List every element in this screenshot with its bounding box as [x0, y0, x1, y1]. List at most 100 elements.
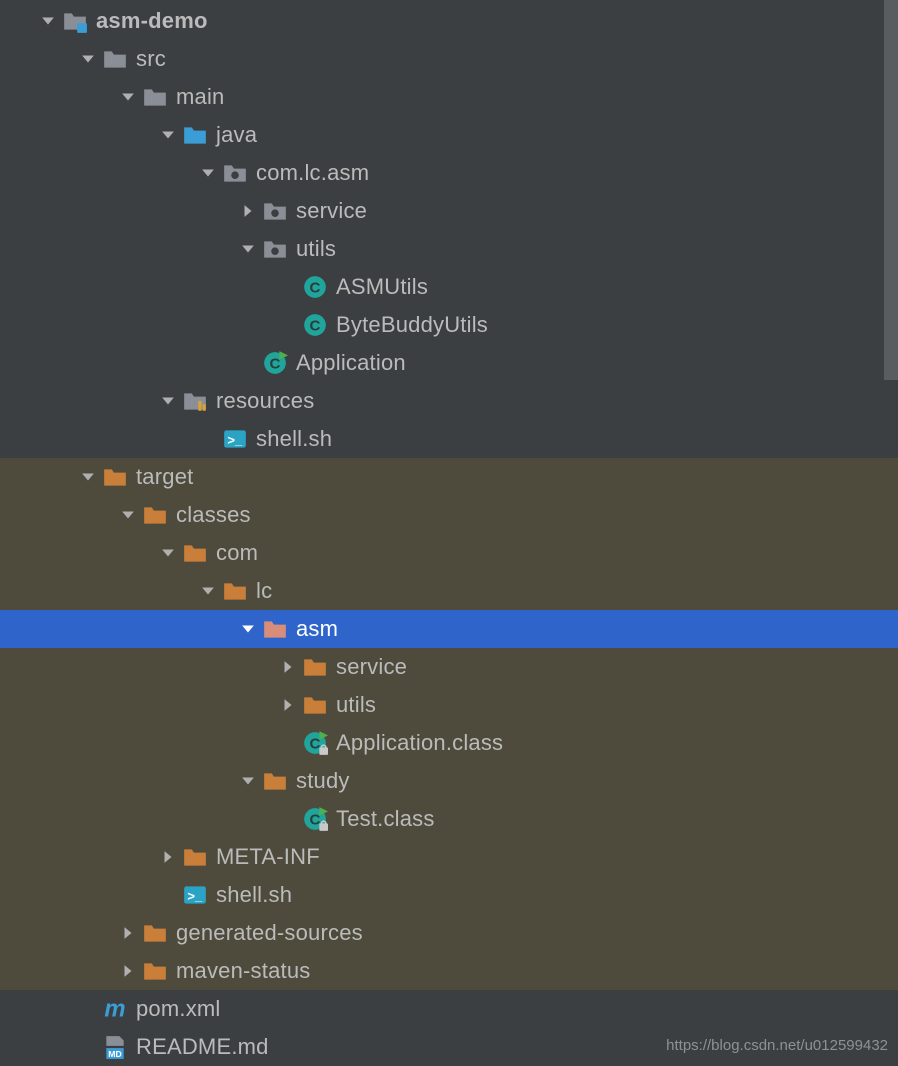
tree-row[interactable]: com.lc.asm — [0, 154, 898, 192]
tree-row[interactable]: utils — [0, 686, 898, 724]
tree-row[interactable]: maven-status — [0, 952, 898, 990]
folder-orange-icon — [262, 768, 288, 794]
package-icon — [262, 236, 288, 262]
folder-resources-icon — [182, 388, 208, 414]
tree-row[interactable]: >_ shell.sh — [0, 876, 898, 914]
tree-item-label: resources — [216, 388, 314, 414]
chevron-down-icon[interactable] — [198, 581, 218, 601]
tree-item-label: target — [136, 464, 193, 490]
tree-row[interactable]: C Application — [0, 344, 898, 382]
folder-orange-icon — [182, 844, 208, 870]
folder-orange-sel-icon — [262, 616, 288, 642]
tree-row[interactable]: classes — [0, 496, 898, 534]
tree-item-label: ASMUtils — [336, 274, 428, 300]
tree-row[interactable]: service — [0, 192, 898, 230]
folder-gray-icon — [142, 84, 168, 110]
tree-row[interactable]: asm — [0, 610, 898, 648]
tree-item-label: shell.sh — [216, 882, 292, 908]
class-run-lock-icon: C — [302, 730, 328, 756]
tree-row[interactable]: mpom.xml — [0, 990, 898, 1028]
tree-item-label: com — [216, 540, 258, 566]
folder-orange-icon — [182, 540, 208, 566]
chevron-down-icon[interactable] — [158, 543, 178, 563]
folder-orange-icon — [222, 578, 248, 604]
tree-row[interactable]: service — [0, 648, 898, 686]
tree-item-label: Application.class — [336, 730, 503, 756]
chevron-down-icon[interactable] — [238, 239, 258, 259]
chevron-right-icon[interactable] — [278, 657, 298, 677]
package-icon — [222, 160, 248, 186]
chevron-right-icon[interactable] — [158, 847, 178, 867]
tree-row[interactable]: resources — [0, 382, 898, 420]
chevron-right-icon[interactable] — [118, 923, 138, 943]
tree-item-label: src — [136, 46, 166, 72]
tree-item-label: service — [296, 198, 367, 224]
tree-item-label: java — [216, 122, 257, 148]
tree-item-label: maven-status — [176, 958, 310, 984]
tree-item-label: shell.sh — [256, 426, 332, 452]
chevron-down-icon[interactable] — [78, 467, 98, 487]
tree-item-label: README.md — [136, 1034, 269, 1060]
tree-row[interactable]: C ASMUtils — [0, 268, 898, 306]
tree-item-label: Application — [296, 350, 406, 376]
tree-row[interactable]: main — [0, 78, 898, 116]
chevron-right-icon[interactable] — [278, 695, 298, 715]
class-icon: C — [302, 312, 328, 338]
tree-item-label: ByteBuddyUtils — [336, 312, 488, 338]
class-run-lock-icon: C — [302, 806, 328, 832]
markdown-icon: MD — [102, 1034, 128, 1060]
shell-icon: >_ — [182, 882, 208, 908]
folder-orange-icon — [142, 920, 168, 946]
tree-row[interactable]: CTest.class — [0, 800, 898, 838]
chevron-down-icon[interactable] — [158, 125, 178, 145]
tree-row[interactable]: java — [0, 116, 898, 154]
tree-row[interactable]: >_ shell.sh — [0, 420, 898, 458]
tree-item-label: generated-sources — [176, 920, 363, 946]
tree-row[interactable]: com — [0, 534, 898, 572]
tree-row[interactable]: study — [0, 762, 898, 800]
tree-item-label: asm-demo — [96, 8, 208, 34]
tree-item-label: asm — [296, 616, 338, 642]
tree-row[interactable]: generated-sources — [0, 914, 898, 952]
class-icon: C — [302, 274, 328, 300]
chevron-down-icon[interactable] — [238, 771, 258, 791]
tree-row[interactable]: lc — [0, 572, 898, 610]
watermark: https://blog.csdn.net/u012599432 — [666, 1037, 888, 1054]
chevron-down-icon[interactable] — [158, 391, 178, 411]
folder-orange-icon — [302, 692, 328, 718]
scrollbar-thumb[interactable] — [884, 0, 898, 380]
folder-orange-icon — [142, 502, 168, 528]
folder-orange-icon — [102, 464, 128, 490]
chevron-down-icon[interactable] — [78, 49, 98, 69]
chevron-down-icon[interactable] — [198, 163, 218, 183]
tree-row[interactable]: META-INF — [0, 838, 898, 876]
tree-item-label: com.lc.asm — [256, 160, 369, 186]
tree-row[interactable]: target — [0, 458, 898, 496]
tree-row[interactable]: C Application.class — [0, 724, 898, 762]
folder-gray-icon — [102, 46, 128, 72]
tree-row[interactable]: C ByteBuddyUtils — [0, 306, 898, 344]
tree-row[interactable]: utils — [0, 230, 898, 268]
chevron-down-icon[interactable] — [118, 505, 138, 525]
class-run-icon: C — [262, 350, 288, 376]
chevron-right-icon[interactable] — [238, 201, 258, 221]
svg-text:C: C — [310, 317, 321, 334]
chevron-down-icon[interactable] — [38, 11, 58, 31]
tree-item-label: utils — [336, 692, 376, 718]
chevron-right-icon[interactable] — [118, 961, 138, 981]
svg-text:MD: MD — [108, 1049, 121, 1059]
svg-text:>_: >_ — [227, 432, 243, 447]
tree-item-label: classes — [176, 502, 251, 528]
chevron-down-icon[interactable] — [118, 87, 138, 107]
chevron-down-icon[interactable] — [238, 619, 258, 639]
tree-row[interactable]: src — [0, 40, 898, 78]
tree-item-label: main — [176, 84, 225, 110]
folder-orange-icon — [142, 958, 168, 984]
folder-source-icon — [182, 122, 208, 148]
project-tree: asm-demo srcmain java com.lc.asm service util… — [0, 0, 898, 1066]
shell-icon: >_ — [222, 426, 248, 452]
svg-text:>_: >_ — [187, 888, 203, 903]
svg-text:m: m — [104, 996, 125, 1022]
tree-row[interactable]: asm-demo — [0, 2, 898, 40]
tree-item-label: study — [296, 768, 350, 794]
